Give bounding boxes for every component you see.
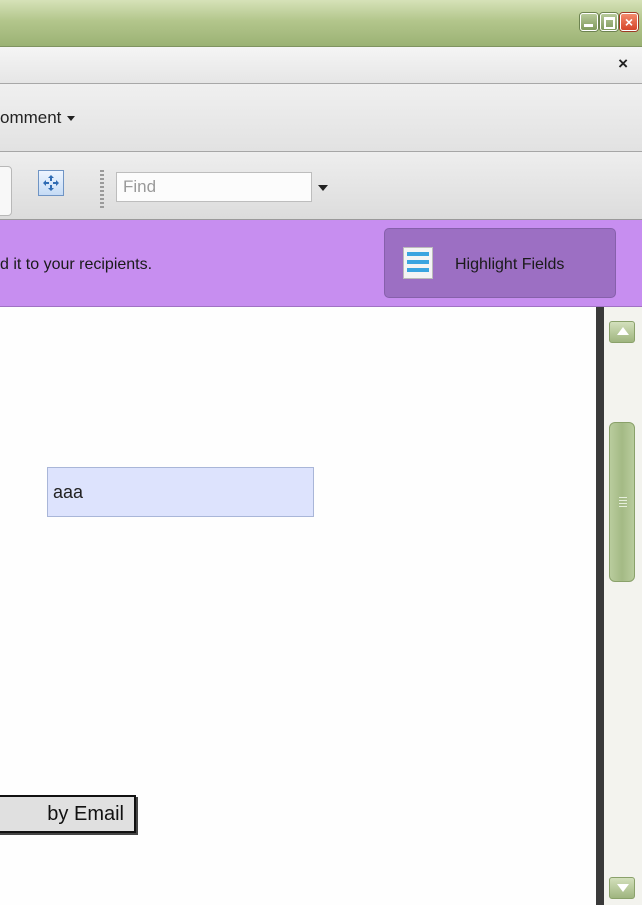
- banner-message: d it to your recipients.: [0, 256, 153, 273]
- maximize-icon: [604, 17, 615, 29]
- arrow-up-icon: [617, 327, 629, 335]
- form-fields-icon: [403, 247, 433, 279]
- minimize-icon: [584, 24, 593, 27]
- close-document-button[interactable]: ×: [618, 54, 628, 74]
- find-input[interactable]: [116, 172, 312, 202]
- grip-icon: [619, 497, 627, 507]
- close-icon: ×: [624, 14, 634, 30]
- vertical-scrollbar[interactable]: [604, 307, 642, 905]
- submit-by-email-button[interactable]: by Email: [0, 795, 136, 833]
- scroll-down-button[interactable]: [609, 877, 635, 899]
- toolbar: [0, 152, 642, 220]
- chevron-down-icon: [67, 116, 76, 122]
- document-tab-bar: ×: [0, 47, 642, 84]
- menu-row: omment: [0, 84, 642, 152]
- form-text-field[interactable]: [47, 467, 314, 517]
- highlight-fields-label: Highlight Fields: [455, 256, 565, 273]
- document-frame-border: [596, 307, 604, 905]
- toolbar-button-partial[interactable]: [0, 166, 12, 216]
- comment-menu[interactable]: omment: [0, 108, 76, 128]
- fit-page-icon[interactable]: [38, 170, 64, 196]
- maximize-button[interactable]: [600, 13, 618, 31]
- form-info-banner: d it to your recipients. Highlight Field…: [0, 220, 642, 307]
- close-window-button[interactable]: ×: [620, 13, 638, 31]
- comment-menu-label: omment: [0, 108, 62, 127]
- scrollbar-thumb[interactable]: [609, 422, 635, 582]
- minimize-button[interactable]: [580, 13, 598, 31]
- highlight-fields-button[interactable]: Highlight Fields: [384, 228, 616, 298]
- toolbar-grip: [100, 170, 104, 208]
- scroll-up-button[interactable]: [609, 321, 635, 343]
- find-dropdown-icon[interactable]: [318, 185, 328, 191]
- document-page: by Email: [0, 307, 596, 905]
- window-titlebar: ×: [0, 0, 642, 47]
- arrow-down-icon: [617, 884, 629, 892]
